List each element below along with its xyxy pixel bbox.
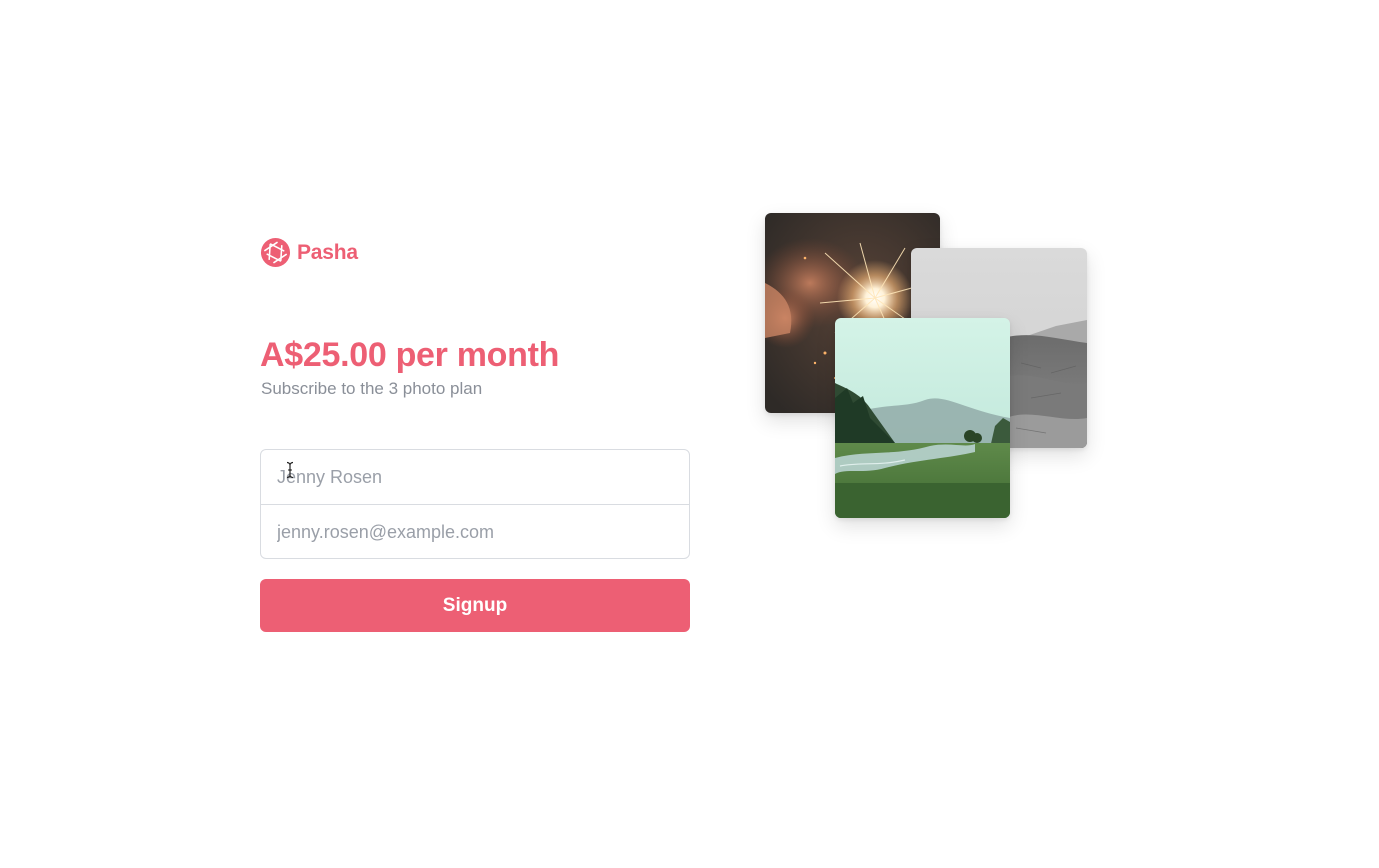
brand-name: Pasha	[297, 240, 358, 264]
brand: Pasha	[260, 237, 358, 268]
valley-photo	[835, 318, 1010, 518]
name-input[interactable]	[261, 450, 689, 504]
email-input[interactable]	[261, 505, 689, 558]
camera-aperture-icon	[260, 237, 291, 268]
signup-button[interactable]: Signup	[260, 579, 690, 632]
signup-form	[260, 449, 690, 559]
plan-description: Subscribe to the 3 photo plan	[261, 379, 483, 398]
checkout-page: Pasha A$25.00 per month Subscribe to the…	[0, 0, 1379, 868]
text-cursor-icon	[286, 461, 294, 479]
plan-price: A$25.00 per month	[260, 336, 560, 374]
